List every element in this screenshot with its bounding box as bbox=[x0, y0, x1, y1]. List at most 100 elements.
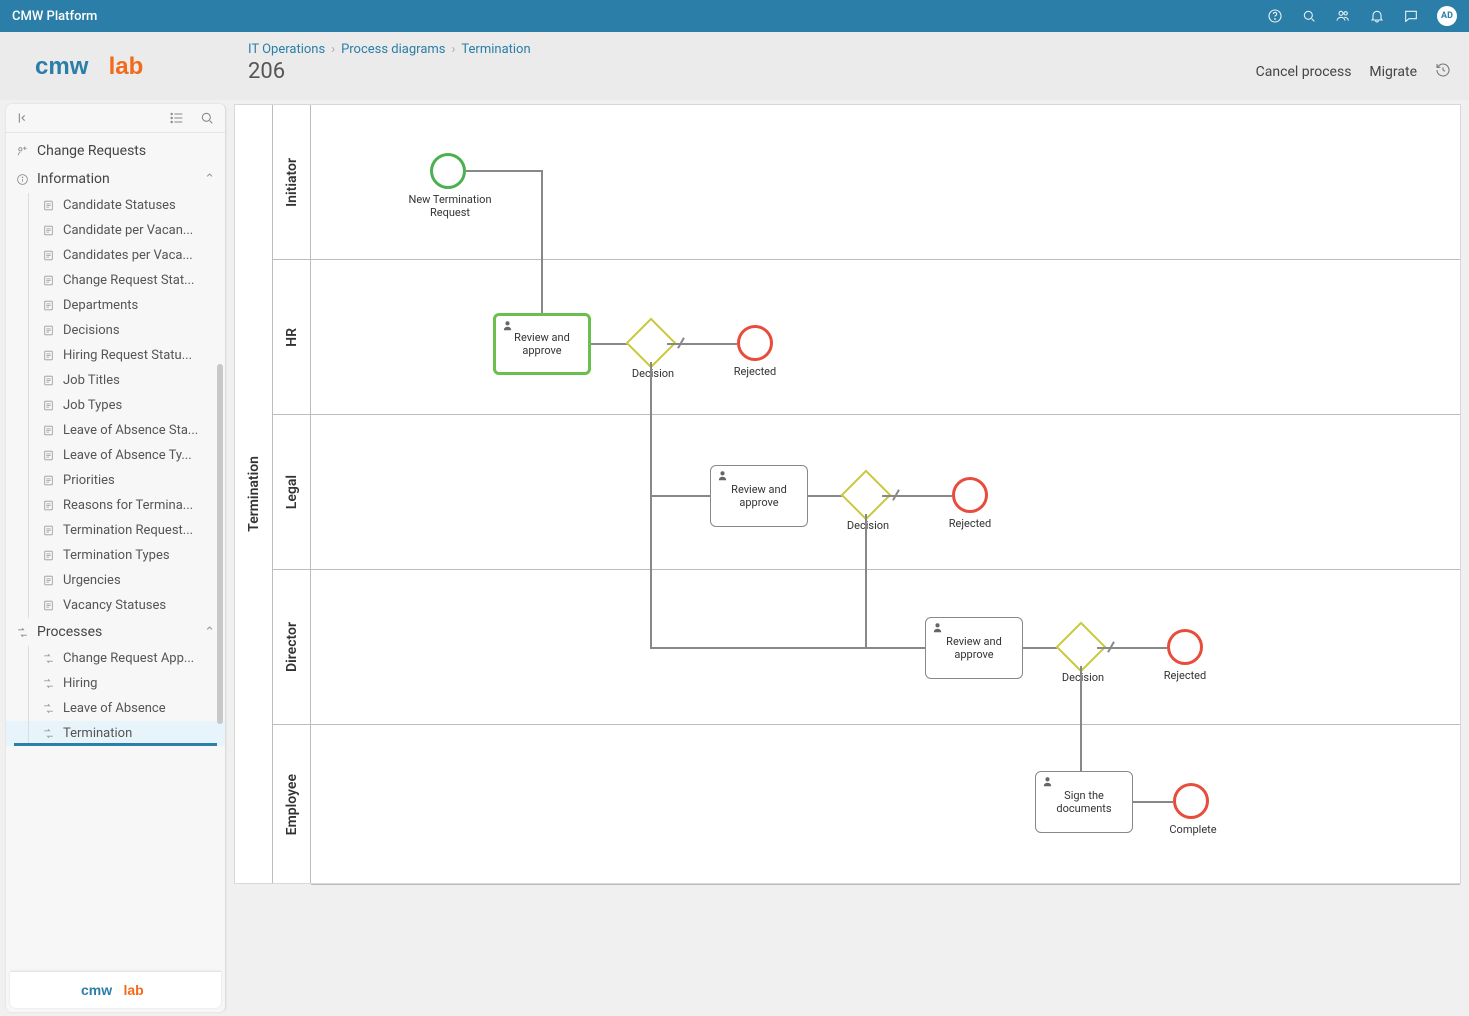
nav-item-label: Candidate Statuses bbox=[63, 198, 176, 213]
breadcrumb-2[interactable]: Termination bbox=[461, 42, 530, 57]
svg-text:lab: lab bbox=[109, 53, 144, 80]
nav-item-label: Termination Types bbox=[63, 548, 170, 563]
nav-item[interactable]: Job Titles bbox=[6, 368, 225, 393]
nav-item-label: Departments bbox=[63, 298, 138, 313]
pool-label: Termination bbox=[246, 456, 262, 532]
nav-item[interactable]: Termination Request... bbox=[6, 518, 225, 543]
lane-label-hr: HR bbox=[284, 328, 300, 347]
task-sign-documents[interactable]: Sign the documents bbox=[1035, 771, 1133, 833]
nav-item-label: Leave of Absence Ty... bbox=[63, 448, 192, 463]
users-icon[interactable] bbox=[1335, 8, 1351, 24]
nav-item[interactable]: Reasons for Termina... bbox=[6, 493, 225, 518]
nav-item-label: Leave of Absence bbox=[63, 701, 166, 716]
logo: cmw lab bbox=[0, 32, 230, 100]
nav-item[interactable]: Candidate per Vacan... bbox=[6, 218, 225, 243]
decision-label: Decision bbox=[838, 519, 898, 532]
nav-item-label: Candidates per Vaca... bbox=[63, 248, 193, 263]
task-hr-review[interactable]: Review and approve bbox=[493, 313, 591, 375]
nav-item-label: Decisions bbox=[63, 323, 120, 338]
rejected-label: Rejected bbox=[1160, 669, 1210, 682]
nav-item[interactable]: Change Request Stat... bbox=[6, 268, 225, 293]
nav-item-label: Job Titles bbox=[63, 373, 120, 388]
nav-change-requests[interactable]: Change Requests bbox=[6, 137, 225, 165]
lane-label-legal: Legal bbox=[284, 475, 300, 509]
nav-item[interactable]: Job Types bbox=[6, 393, 225, 418]
sidebar: Change Requests Information ⌃ Candidate … bbox=[6, 104, 226, 1012]
start-label: New Termination Request bbox=[400, 193, 500, 219]
sidebar-search-icon[interactable] bbox=[199, 110, 215, 126]
task-legal-review[interactable]: Review and approve bbox=[710, 465, 808, 527]
nav-item-label: Change Request Stat... bbox=[63, 273, 194, 288]
task-label: Sign the documents bbox=[1040, 789, 1128, 815]
bell-icon[interactable] bbox=[1369, 8, 1385, 24]
nav-information[interactable]: Information ⌃ bbox=[6, 165, 225, 193]
nav-label: Processes bbox=[37, 624, 196, 640]
nav-item-label: Termination Request... bbox=[63, 523, 193, 538]
task-label: Review and approve bbox=[930, 635, 1018, 661]
lane-label-employee: Employee bbox=[284, 774, 300, 835]
end-rejected-hr[interactable] bbox=[737, 325, 773, 361]
nav-item[interactable]: Leave of Absence bbox=[6, 696, 225, 721]
diagram-canvas[interactable]: Termination Initiator HR Legal Director … bbox=[234, 104, 1461, 884]
breadcrumbs: IT Operations › Process diagrams › Termi… bbox=[248, 42, 1451, 57]
decision-label: Decision bbox=[1053, 671, 1113, 684]
cancel-process-button[interactable]: Cancel process bbox=[1256, 64, 1352, 80]
nav-item[interactable]: Candidate Statuses bbox=[6, 193, 225, 218]
rejected-label: Rejected bbox=[730, 365, 780, 378]
lane-label-director: Director bbox=[284, 622, 300, 672]
nav-item[interactable]: Hiring Request Statu... bbox=[6, 343, 225, 368]
nav-item[interactable]: Decisions bbox=[6, 318, 225, 343]
nav-item-label: Hiring Request Statu... bbox=[63, 348, 192, 363]
search-icon[interactable] bbox=[1301, 8, 1317, 24]
nav-item-label: Job Types bbox=[63, 398, 122, 413]
breadcrumb-0[interactable]: IT Operations bbox=[248, 42, 325, 57]
complete-label: Complete bbox=[1163, 823, 1223, 836]
nav-item[interactable]: Leave of Absence Sta... bbox=[6, 418, 225, 443]
nav-item-label: Reasons for Termina... bbox=[63, 498, 193, 513]
task-label: Review and approve bbox=[715, 483, 803, 509]
nav-item[interactable]: Priorities bbox=[6, 468, 225, 493]
nav-item[interactable]: Termination Types bbox=[6, 543, 225, 568]
nav-item[interactable]: Departments bbox=[6, 293, 225, 318]
nav-item-label: Priorities bbox=[63, 473, 115, 488]
nav-item[interactable]: Vacancy Statuses bbox=[6, 593, 225, 618]
end-complete[interactable] bbox=[1173, 783, 1209, 819]
nav-item-label: Candidate per Vacan... bbox=[63, 223, 193, 238]
svg-text:cmw: cmw bbox=[35, 53, 89, 80]
nav-item[interactable]: Termination bbox=[6, 721, 225, 746]
lane-label-initiator: Initiator bbox=[284, 158, 300, 207]
nav-item[interactable]: Urgencies bbox=[6, 568, 225, 593]
breadcrumb-1[interactable]: Process diagrams bbox=[341, 42, 445, 57]
nav-item-label: Termination bbox=[63, 726, 132, 741]
history-icon[interactable] bbox=[1435, 62, 1451, 82]
avatar[interactable]: AD bbox=[1437, 6, 1457, 26]
end-rejected-legal[interactable] bbox=[952, 477, 988, 513]
topbar: CMW Platform AD bbox=[0, 0, 1469, 32]
list-view-icon[interactable] bbox=[169, 110, 185, 126]
nav-item-label: Urgencies bbox=[63, 573, 121, 588]
help-icon[interactable] bbox=[1267, 8, 1283, 24]
chevron-up-icon: ⌃ bbox=[204, 625, 215, 640]
nav-item[interactable]: Change Request App... bbox=[6, 646, 225, 671]
nav-item-label: Leave of Absence Sta... bbox=[63, 423, 198, 438]
scrollbar[interactable] bbox=[217, 364, 223, 724]
nav-item[interactable]: Leave of Absence Ty... bbox=[6, 443, 225, 468]
nav-item-label: Vacancy Statuses bbox=[63, 598, 166, 613]
migrate-button[interactable]: Migrate bbox=[1369, 64, 1417, 80]
page-id: 206 bbox=[248, 59, 285, 84]
nav-label: Change Requests bbox=[37, 143, 215, 159]
app-title: CMW Platform bbox=[12, 9, 97, 24]
nav-item[interactable]: Candidates per Vaca... bbox=[6, 243, 225, 268]
decision-label: Decision bbox=[623, 367, 683, 380]
end-rejected-director[interactable] bbox=[1167, 629, 1203, 665]
chat-icon[interactable] bbox=[1403, 8, 1419, 24]
nav-item[interactable]: Hiring bbox=[6, 671, 225, 696]
collapse-sidebar-icon[interactable] bbox=[16, 110, 32, 126]
chevron-up-icon: ⌃ bbox=[204, 172, 215, 187]
header: cmw lab IT Operations › Process diagrams… bbox=[0, 32, 1469, 100]
rejected-label: Rejected bbox=[945, 517, 995, 530]
nav-processes[interactable]: Processes ⌃ bbox=[6, 618, 225, 646]
task-director-review[interactable]: Review and approve bbox=[925, 617, 1023, 679]
start-event[interactable] bbox=[430, 153, 466, 189]
svg-text:cmw: cmw bbox=[81, 982, 112, 998]
